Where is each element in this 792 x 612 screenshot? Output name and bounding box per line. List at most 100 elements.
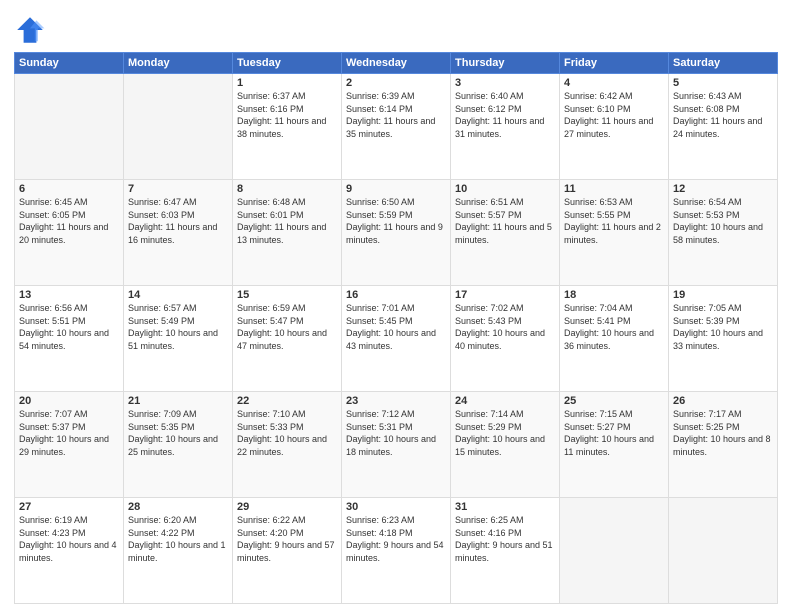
calendar: SundayMondayTuesdayWednesdayThursdayFrid…: [14, 52, 778, 604]
day-header-wednesday: Wednesday: [342, 53, 451, 74]
day-number: 10: [455, 183, 555, 195]
page: SundayMondayTuesdayWednesdayThursdayFrid…: [0, 0, 792, 612]
day-number: 3: [455, 77, 555, 89]
logo: [14, 14, 50, 46]
day-info: Sunrise: 6:42 AM Sunset: 6:10 PM Dayligh…: [564, 90, 664, 140]
week-row-2: 6Sunrise: 6:45 AM Sunset: 6:05 PM Daylig…: [15, 180, 778, 286]
day-header-sunday: Sunday: [15, 53, 124, 74]
day-number: 24: [455, 395, 555, 407]
calendar-cell: [560, 498, 669, 604]
day-number: 17: [455, 289, 555, 301]
calendar-cell: 26Sunrise: 7:17 AM Sunset: 5:25 PM Dayli…: [669, 392, 778, 498]
day-number: 19: [673, 289, 773, 301]
day-info: Sunrise: 6:43 AM Sunset: 6:08 PM Dayligh…: [673, 90, 773, 140]
calendar-cell: 17Sunrise: 7:02 AM Sunset: 5:43 PM Dayli…: [451, 286, 560, 392]
day-info: Sunrise: 6:47 AM Sunset: 6:03 PM Dayligh…: [128, 196, 228, 246]
logo-icon: [14, 14, 46, 46]
day-number: 21: [128, 395, 228, 407]
calendar-cell: 24Sunrise: 7:14 AM Sunset: 5:29 PM Dayli…: [451, 392, 560, 498]
calendar-cell: 4Sunrise: 6:42 AM Sunset: 6:10 PM Daylig…: [560, 74, 669, 180]
day-number: 13: [19, 289, 119, 301]
day-info: Sunrise: 6:59 AM Sunset: 5:47 PM Dayligh…: [237, 302, 337, 352]
calendar-cell: 9Sunrise: 6:50 AM Sunset: 5:59 PM Daylig…: [342, 180, 451, 286]
day-number: 9: [346, 183, 446, 195]
calendar-cell: 20Sunrise: 7:07 AM Sunset: 5:37 PM Dayli…: [15, 392, 124, 498]
day-info: Sunrise: 6:25 AM Sunset: 4:16 PM Dayligh…: [455, 514, 555, 564]
calendar-cell: 25Sunrise: 7:15 AM Sunset: 5:27 PM Dayli…: [560, 392, 669, 498]
calendar-cell: 15Sunrise: 6:59 AM Sunset: 5:47 PM Dayli…: [233, 286, 342, 392]
day-number: 12: [673, 183, 773, 195]
week-row-5: 27Sunrise: 6:19 AM Sunset: 4:23 PM Dayli…: [15, 498, 778, 604]
calendar-cell: 21Sunrise: 7:09 AM Sunset: 5:35 PM Dayli…: [124, 392, 233, 498]
calendar-cell: 10Sunrise: 6:51 AM Sunset: 5:57 PM Dayli…: [451, 180, 560, 286]
calendar-cell: 14Sunrise: 6:57 AM Sunset: 5:49 PM Dayli…: [124, 286, 233, 392]
day-info: Sunrise: 6:20 AM Sunset: 4:22 PM Dayligh…: [128, 514, 228, 564]
day-number: 16: [346, 289, 446, 301]
calendar-cell: 27Sunrise: 6:19 AM Sunset: 4:23 PM Dayli…: [15, 498, 124, 604]
day-info: Sunrise: 6:56 AM Sunset: 5:51 PM Dayligh…: [19, 302, 119, 352]
day-number: 11: [564, 183, 664, 195]
day-number: 2: [346, 77, 446, 89]
calendar-cell: 1Sunrise: 6:37 AM Sunset: 6:16 PM Daylig…: [233, 74, 342, 180]
calendar-cell: 6Sunrise: 6:45 AM Sunset: 6:05 PM Daylig…: [15, 180, 124, 286]
calendar-cell: 29Sunrise: 6:22 AM Sunset: 4:20 PM Dayli…: [233, 498, 342, 604]
day-number: 28: [128, 501, 228, 513]
calendar-cell: 8Sunrise: 6:48 AM Sunset: 6:01 PM Daylig…: [233, 180, 342, 286]
calendar-cell: 13Sunrise: 6:56 AM Sunset: 5:51 PM Dayli…: [15, 286, 124, 392]
week-row-4: 20Sunrise: 7:07 AM Sunset: 5:37 PM Dayli…: [15, 392, 778, 498]
day-number: 30: [346, 501, 446, 513]
day-header-monday: Monday: [124, 53, 233, 74]
day-info: Sunrise: 6:23 AM Sunset: 4:18 PM Dayligh…: [346, 514, 446, 564]
calendar-cell: 19Sunrise: 7:05 AM Sunset: 5:39 PM Dayli…: [669, 286, 778, 392]
day-info: Sunrise: 6:51 AM Sunset: 5:57 PM Dayligh…: [455, 196, 555, 246]
calendar-cell: 7Sunrise: 6:47 AM Sunset: 6:03 PM Daylig…: [124, 180, 233, 286]
calendar-cell: 23Sunrise: 7:12 AM Sunset: 5:31 PM Dayli…: [342, 392, 451, 498]
calendar-cell: 28Sunrise: 6:20 AM Sunset: 4:22 PM Dayli…: [124, 498, 233, 604]
day-info: Sunrise: 6:50 AM Sunset: 5:59 PM Dayligh…: [346, 196, 446, 246]
day-info: Sunrise: 6:45 AM Sunset: 6:05 PM Dayligh…: [19, 196, 119, 246]
calendar-cell: 31Sunrise: 6:25 AM Sunset: 4:16 PM Dayli…: [451, 498, 560, 604]
calendar-cell: 18Sunrise: 7:04 AM Sunset: 5:41 PM Dayli…: [560, 286, 669, 392]
calendar-cell: [124, 74, 233, 180]
day-number: 7: [128, 183, 228, 195]
day-number: 27: [19, 501, 119, 513]
day-info: Sunrise: 7:10 AM Sunset: 5:33 PM Dayligh…: [237, 408, 337, 458]
calendar-header-row: SundayMondayTuesdayWednesdayThursdayFrid…: [15, 53, 778, 74]
calendar-cell: 3Sunrise: 6:40 AM Sunset: 6:12 PM Daylig…: [451, 74, 560, 180]
day-info: Sunrise: 6:53 AM Sunset: 5:55 PM Dayligh…: [564, 196, 664, 246]
day-info: Sunrise: 7:17 AM Sunset: 5:25 PM Dayligh…: [673, 408, 773, 458]
day-info: Sunrise: 6:54 AM Sunset: 5:53 PM Dayligh…: [673, 196, 773, 246]
day-number: 29: [237, 501, 337, 513]
day-info: Sunrise: 7:02 AM Sunset: 5:43 PM Dayligh…: [455, 302, 555, 352]
day-number: 8: [237, 183, 337, 195]
day-header-saturday: Saturday: [669, 53, 778, 74]
day-number: 4: [564, 77, 664, 89]
day-info: Sunrise: 7:09 AM Sunset: 5:35 PM Dayligh…: [128, 408, 228, 458]
day-number: 31: [455, 501, 555, 513]
day-info: Sunrise: 6:37 AM Sunset: 6:16 PM Dayligh…: [237, 90, 337, 140]
day-number: 15: [237, 289, 337, 301]
day-info: Sunrise: 7:12 AM Sunset: 5:31 PM Dayligh…: [346, 408, 446, 458]
day-info: Sunrise: 6:57 AM Sunset: 5:49 PM Dayligh…: [128, 302, 228, 352]
day-info: Sunrise: 6:39 AM Sunset: 6:14 PM Dayligh…: [346, 90, 446, 140]
week-row-1: 1Sunrise: 6:37 AM Sunset: 6:16 PM Daylig…: [15, 74, 778, 180]
calendar-cell: 5Sunrise: 6:43 AM Sunset: 6:08 PM Daylig…: [669, 74, 778, 180]
calendar-cell: 22Sunrise: 7:10 AM Sunset: 5:33 PM Dayli…: [233, 392, 342, 498]
calendar-cell: 2Sunrise: 6:39 AM Sunset: 6:14 PM Daylig…: [342, 74, 451, 180]
header: [14, 10, 778, 46]
day-info: Sunrise: 6:48 AM Sunset: 6:01 PM Dayligh…: [237, 196, 337, 246]
day-info: Sunrise: 7:05 AM Sunset: 5:39 PM Dayligh…: [673, 302, 773, 352]
day-number: 1: [237, 77, 337, 89]
day-info: Sunrise: 6:19 AM Sunset: 4:23 PM Dayligh…: [19, 514, 119, 564]
week-row-3: 13Sunrise: 6:56 AM Sunset: 5:51 PM Dayli…: [15, 286, 778, 392]
calendar-cell: 16Sunrise: 7:01 AM Sunset: 5:45 PM Dayli…: [342, 286, 451, 392]
day-number: 18: [564, 289, 664, 301]
calendar-cell: [15, 74, 124, 180]
day-info: Sunrise: 7:01 AM Sunset: 5:45 PM Dayligh…: [346, 302, 446, 352]
day-info: Sunrise: 6:40 AM Sunset: 6:12 PM Dayligh…: [455, 90, 555, 140]
day-info: Sunrise: 7:15 AM Sunset: 5:27 PM Dayligh…: [564, 408, 664, 458]
day-info: Sunrise: 7:14 AM Sunset: 5:29 PM Dayligh…: [455, 408, 555, 458]
day-info: Sunrise: 7:04 AM Sunset: 5:41 PM Dayligh…: [564, 302, 664, 352]
day-info: Sunrise: 6:22 AM Sunset: 4:20 PM Dayligh…: [237, 514, 337, 564]
day-number: 6: [19, 183, 119, 195]
